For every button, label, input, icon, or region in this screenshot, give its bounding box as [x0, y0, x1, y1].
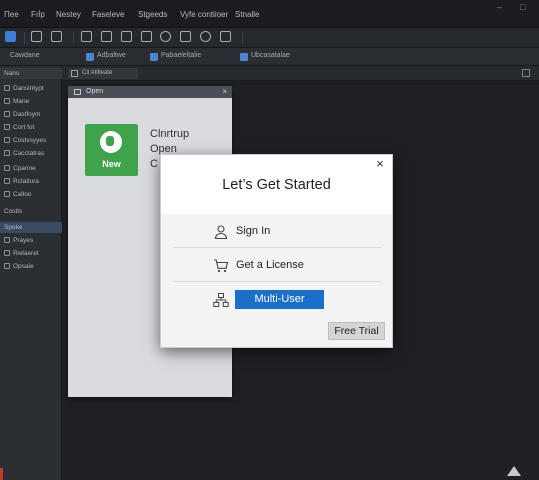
dialog-header: × Let’s Get Started [161, 155, 392, 214]
item-icon [4, 150, 10, 156]
item-icon [4, 137, 10, 143]
left-sidebar: Nans Dansiritypt Mane Dastfoym Cort fot … [0, 66, 62, 480]
box-icon[interactable] [200, 31, 211, 42]
get-started-dialog: × Let’s Get Started Sign In Get a Licens… [160, 154, 393, 348]
document-tab-label: Cit Atllteate [82, 70, 113, 76]
open-panel-text: C [150, 158, 158, 170]
toolbar2-swatch [150, 53, 158, 61]
get-license-option[interactable]: Get a License [173, 249, 382, 282]
grid-icon[interactable] [101, 31, 112, 42]
resize-grip-icon[interactable] [507, 466, 521, 476]
sidebar-item[interactable]: Speke [4, 224, 22, 231]
multi-user-button[interactable]: Multi-User [235, 290, 324, 309]
item-icon [4, 98, 10, 104]
globe-icon[interactable] [220, 31, 231, 42]
user-icon [214, 225, 228, 240]
property-toolbar: Cawdane Adbaltwe Pabaeleltalie Ubcasatal… [0, 48, 539, 66]
toolbar2-item[interactable]: Pabaeleltalie [161, 52, 201, 59]
sidebar-item[interactable]: Dastfoym [4, 111, 40, 118]
maximize-button[interactable]: □ [520, 2, 525, 12]
toolbar2-item[interactable]: Ubcasatalae [251, 52, 290, 59]
sidebar-item[interactable]: Cort fot [4, 124, 34, 131]
status-marker [0, 468, 3, 480]
toolbar2-swatch [240, 53, 248, 61]
item-icon [4, 165, 10, 171]
sidebar-item[interactable]: Costls [4, 208, 22, 215]
document-tab-strip: Cit Atllteate [62, 66, 539, 81]
open-panel-title: Open [86, 88, 104, 95]
cart-icon [214, 259, 229, 273]
sidebar-item[interactable]: Costvsyyes [4, 137, 46, 144]
free-trial-button[interactable]: Free Trial [328, 322, 385, 340]
main-toolbar [0, 28, 539, 48]
item-icon [4, 191, 10, 197]
link-icon[interactable] [180, 31, 191, 42]
toolbar2-swatch [86, 53, 94, 61]
sign-in-option[interactable]: Sign In [173, 215, 382, 248]
document-icon [71, 70, 78, 77]
menu-window[interactable]: Vyfe contiioer [180, 10, 228, 19]
new-project-tile[interactable]: New [85, 124, 138, 176]
menu-edit[interactable]: Fıİp [31, 10, 45, 19]
menu-format[interactable]: Stgeeds [138, 10, 167, 19]
toolbar-separator [242, 32, 243, 44]
sidebar-item[interactable]: Nans [4, 70, 19, 77]
sidebar-item[interactable]: Cpanne [4, 165, 36, 172]
item-icon [4, 250, 10, 256]
app-logo-icon [100, 131, 122, 153]
close-icon[interactable]: × [222, 87, 227, 96]
item-icon [4, 124, 10, 130]
document-tab[interactable]: Cit Atllteate [68, 68, 138, 79]
open-panel-titlebar: Open × [68, 86, 232, 98]
sidebar-item[interactable]: Dansiritypt [4, 85, 44, 92]
circle-icon[interactable] [160, 31, 171, 42]
dialog-title: Let’s Get Started [222, 177, 331, 193]
menu-bar: Пее Fıİp Nestey Faseleve Stgeeds Vyfe co… [0, 0, 539, 28]
toolbar2-item[interactable]: Cawdane [10, 52, 40, 59]
item-icon [4, 237, 10, 243]
sidebar-item[interactable]: Calloo [4, 191, 31, 198]
new-tile-label: New [102, 159, 121, 169]
sidebar-item[interactable]: Mane [4, 98, 29, 105]
network-icon [213, 293, 229, 307]
sidebar-item[interactable]: Rctaltura [4, 178, 39, 185]
open-panel-text: Clnrtrup [150, 128, 190, 140]
item-icon [4, 263, 10, 269]
copy-icon[interactable] [31, 31, 42, 42]
save-icon[interactable] [5, 31, 16, 42]
sidebar-item[interactable]: Cacctatras [4, 150, 44, 157]
toolbar2-item[interactable]: Adbaltwe [97, 52, 126, 59]
menu-file[interactable]: Пее [4, 10, 19, 19]
sidebar-item[interactable]: Prayes [4, 237, 33, 244]
sidebar-item[interactable]: Rwlaeret [4, 250, 39, 257]
menu-view[interactable]: Nestey [56, 10, 81, 19]
layer-icon[interactable] [141, 31, 152, 42]
item-icon [4, 178, 10, 184]
frame-icon[interactable] [81, 31, 92, 42]
sidebar-item[interactable]: Opsaie [4, 263, 34, 270]
toolbar-separator [24, 32, 25, 44]
undo-icon[interactable] [51, 31, 62, 42]
get-license-label: Get a License [236, 259, 304, 271]
menu-help[interactable]: Stnalle [235, 10, 259, 19]
item-icon [4, 111, 10, 117]
item-icon [4, 85, 10, 91]
multi-user-option[interactable]: Multi-User [173, 283, 382, 316]
menu-insert[interactable]: Faseleve [92, 10, 124, 19]
toolbar-separator [73, 32, 74, 44]
panel-toggle-icon[interactable] [522, 69, 530, 77]
sign-in-label: Sign In [236, 225, 271, 237]
shape-icon[interactable] [121, 31, 132, 42]
minimize-button[interactable]: – [497, 2, 502, 12]
close-button[interactable]: × [373, 157, 387, 171]
folder-icon [74, 89, 81, 95]
